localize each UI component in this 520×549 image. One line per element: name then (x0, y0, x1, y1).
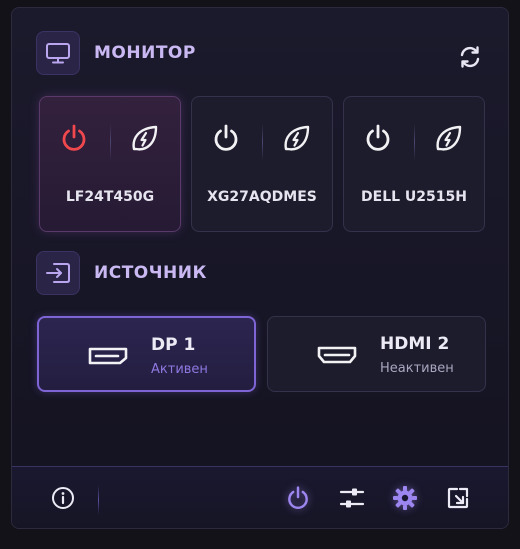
refresh-icon[interactable] (455, 42, 485, 72)
eco-leaf-icon[interactable] (432, 121, 466, 155)
footer-divider (98, 485, 99, 515)
footer-toolbar (12, 466, 508, 528)
monitor-section-header: МОНИТОР (36, 31, 196, 75)
sliders-icon[interactable] (337, 483, 367, 513)
monitor-section-title: МОНИТОР (94, 43, 196, 63)
source-card-hdmi2[interactable]: HDMI 2 Неактивен (267, 316, 486, 392)
power-icon[interactable] (361, 121, 395, 155)
hdmi-icon (317, 346, 357, 364)
divider (414, 123, 415, 161)
eco-leaf-icon[interactable] (128, 121, 162, 155)
monitor-name: LF24T450G (65, 189, 155, 205)
source-section-header: ИСТОЧНИК (36, 251, 207, 295)
monitor-icon (36, 31, 80, 75)
power-icon[interactable] (209, 121, 243, 155)
displayport-icon (88, 347, 128, 365)
source-label: DP 1 (151, 335, 196, 355)
monitor-control-panel: МОНИТОР LF24T450G XG27AQDMES DELL U2515H… (11, 7, 509, 529)
power-icon[interactable] (57, 121, 91, 155)
divider (110, 123, 111, 161)
source-card-dp1[interactable]: DP 1 Активен (37, 316, 256, 392)
source-section-title: ИСТОЧНИК (94, 263, 207, 283)
monitor-card-2[interactable]: XG27AQDMES (191, 96, 333, 232)
source-status: Неактивен (380, 361, 454, 376)
monitor-card-1[interactable]: LF24T450G (39, 96, 181, 232)
monitor-name: DELL U2515H (361, 189, 467, 205)
settings-icon[interactable] (390, 483, 420, 513)
divider (262, 123, 263, 161)
source-status: Активен (151, 362, 208, 377)
monitor-name: XG27AQDMES (207, 189, 317, 205)
monitor-card-3[interactable]: DELL U2515H (343, 96, 485, 232)
eco-leaf-icon[interactable] (280, 121, 314, 155)
input-icon (36, 251, 80, 295)
source-label: HDMI 2 (380, 334, 450, 354)
open-external-icon[interactable] (443, 483, 473, 513)
info-icon[interactable] (48, 483, 78, 513)
power-icon[interactable] (283, 483, 313, 513)
